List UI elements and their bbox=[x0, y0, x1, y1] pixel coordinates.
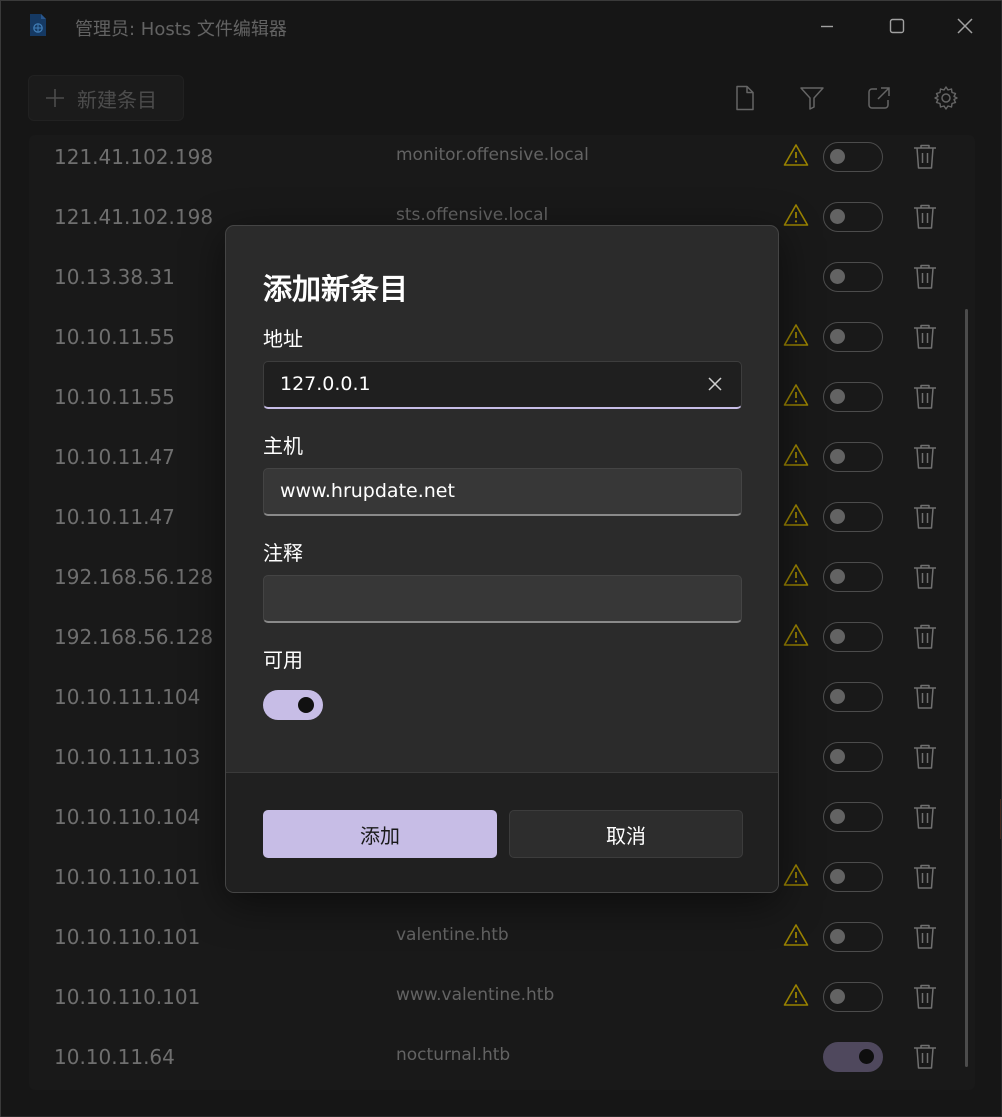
hosts-editor-window: 管理员: Hosts 文件编辑器 新建条目 121.41.102.198 moni… bbox=[0, 0, 1002, 1117]
address-label: 地址 bbox=[263, 327, 303, 351]
comment-input[interactable] bbox=[263, 575, 742, 623]
dialog-footer: 添加 取消 bbox=[226, 772, 778, 892]
dialog-title: 添加新条目 bbox=[263, 272, 409, 306]
address-value: 127.0.0.1 bbox=[280, 373, 371, 395]
clear-icon[interactable] bbox=[707, 376, 723, 392]
enabled-toggle[interactable] bbox=[263, 690, 323, 720]
enabled-label: 可用 bbox=[263, 648, 303, 672]
address-input[interactable]: 127.0.0.1 bbox=[263, 361, 742, 409]
host-input[interactable]: www.hrupdate.net bbox=[263, 468, 742, 516]
comment-label: 注释 bbox=[263, 541, 303, 565]
add-entry-dialog: 添加新条目 地址 127.0.0.1 主机 www.hrupdate.net 注… bbox=[225, 225, 779, 893]
host-value: www.hrupdate.net bbox=[280, 480, 455, 502]
add-button[interactable]: 添加 bbox=[263, 810, 497, 858]
toggle-knob bbox=[298, 697, 314, 713]
host-label: 主机 bbox=[263, 434, 303, 458]
cancel-button[interactable]: 取消 bbox=[509, 810, 743, 858]
